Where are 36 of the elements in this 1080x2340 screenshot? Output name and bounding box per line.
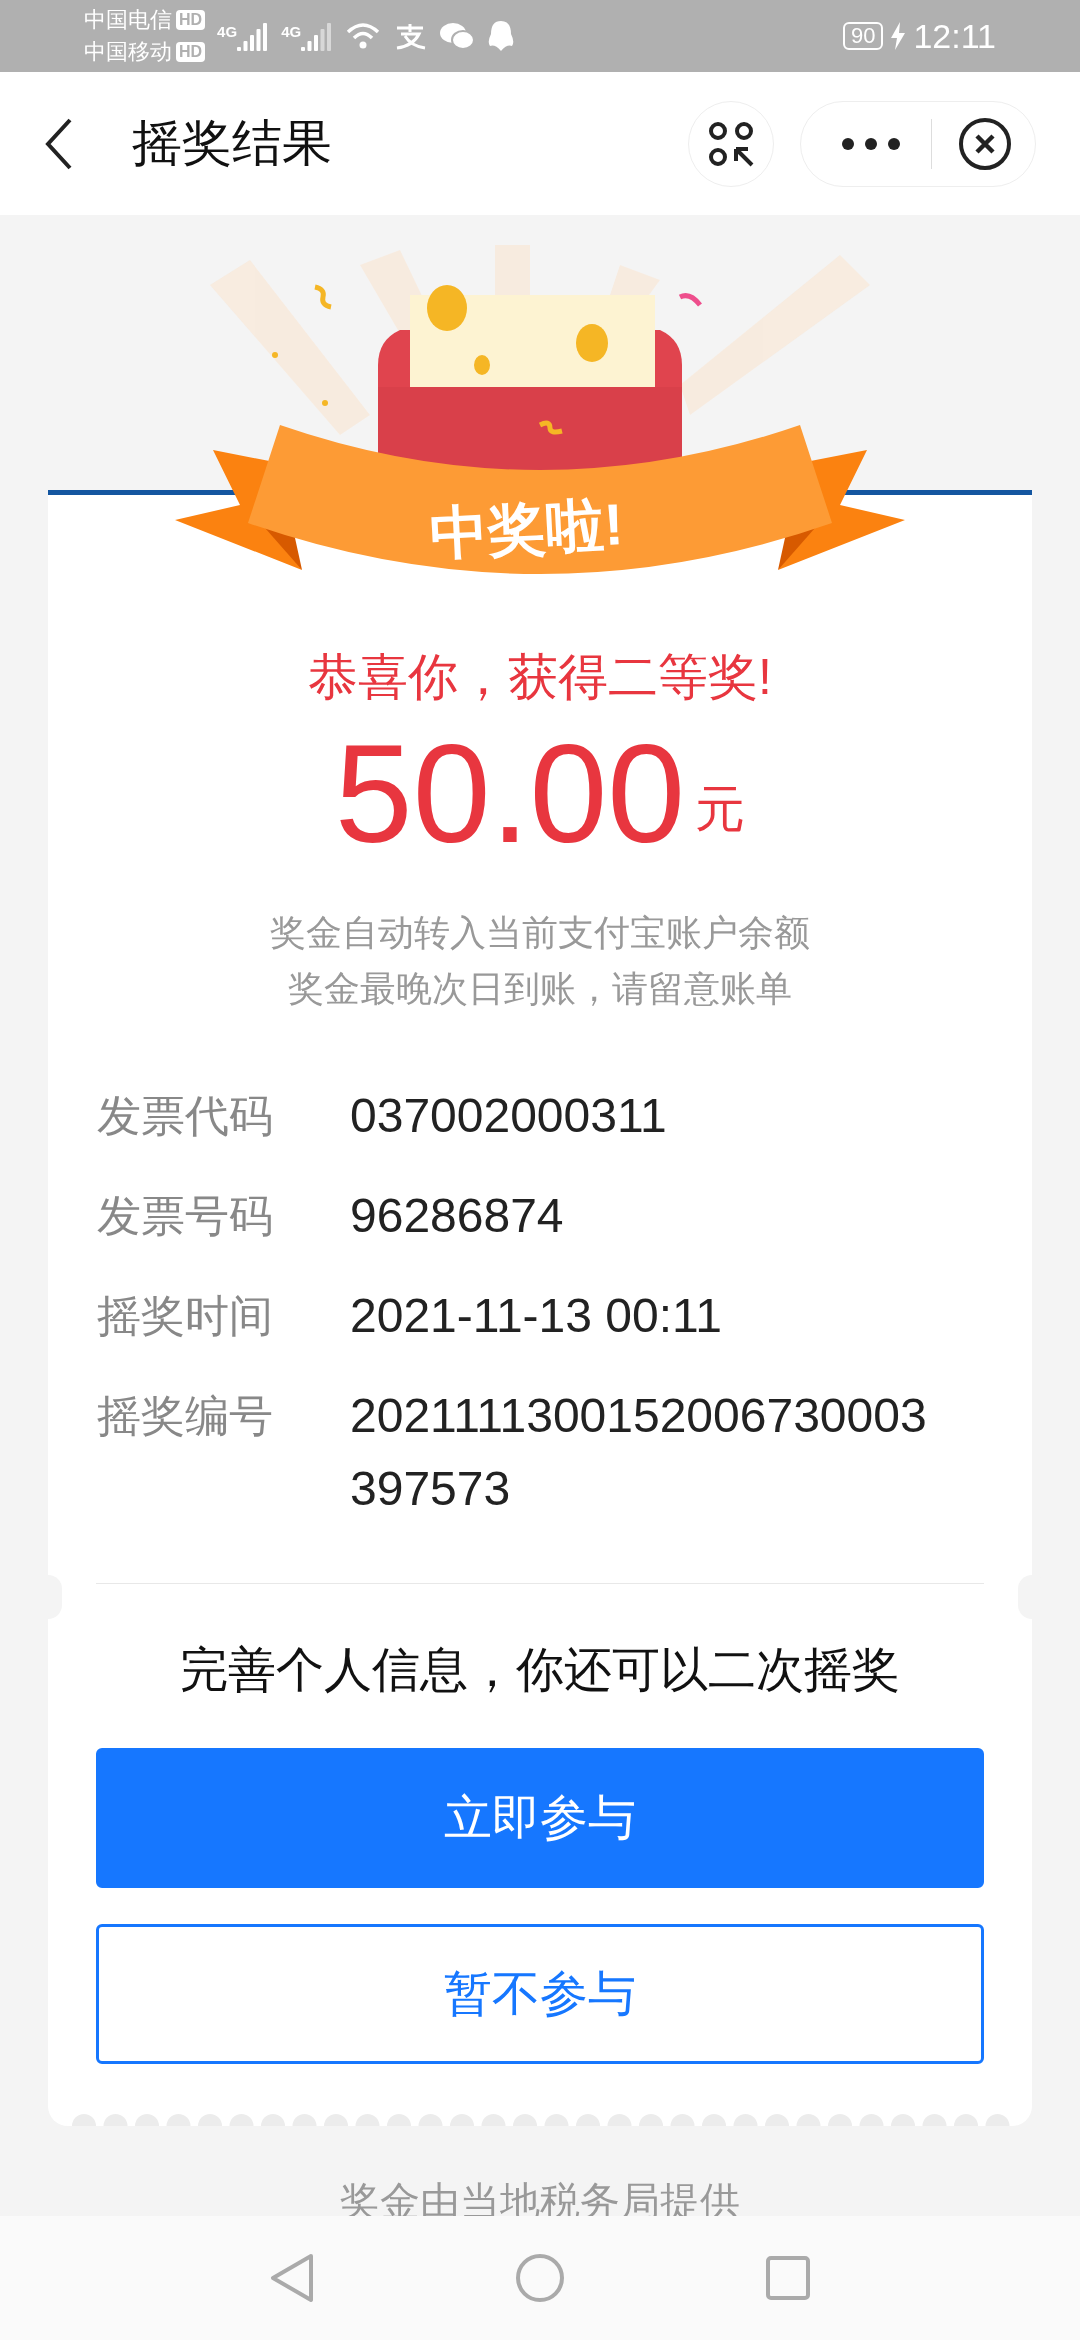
detail-label: 摇奖编号	[97, 1390, 274, 1442]
network-label: 4G	[281, 22, 302, 42]
hd-badge: HD	[176, 42, 206, 62]
join-button[interactable]: 立即参与	[96, 1748, 984, 1888]
second-draw-prompt: 完善个人信息，你还可以二次摇奖	[180, 1642, 900, 1698]
clock: 12:11	[913, 15, 996, 57]
detail-label: 发票号码	[97, 1190, 274, 1242]
currency-unit: 元	[695, 780, 746, 839]
signal-icon	[301, 21, 334, 51]
detail-value: 2021111300152006730003397573	[350, 1388, 928, 1517]
hd-badge: HD	[176, 10, 206, 30]
detail-label: 发票代码	[97, 1090, 274, 1142]
prize-amount: 50.00	[334, 719, 686, 869]
detail-label: 摇奖时间	[97, 1290, 274, 1342]
decline-button[interactable]: 暂不参与	[96, 1924, 984, 2064]
wifi-icon	[345, 21, 382, 51]
prize-note: 奖金最晚次日到账，请留意账单	[288, 967, 792, 1011]
penguin-icon	[487, 20, 516, 52]
detail-value: 037002000311	[350, 1088, 668, 1144]
battery-level: 90	[842, 22, 884, 50]
network-label: 4G	[217, 22, 238, 42]
back-icon[interactable]	[44, 116, 74, 171]
carrier-name: 中国电信	[84, 6, 172, 34]
chat-icon	[439, 21, 476, 51]
detail-value: 2021-11-13 00:11	[350, 1288, 723, 1344]
scan-icon	[708, 120, 754, 167]
ribbon-text: 中奖啦!	[427, 490, 626, 568]
congrats-headline: 恭喜你，获得二等奖!	[308, 648, 772, 707]
carrier-name: 中国移动	[84, 38, 172, 66]
close-icon[interactable]	[958, 116, 1012, 171]
charging-icon	[891, 22, 906, 50]
page-title: 摇奖结果	[132, 114, 332, 173]
prize-note: 奖金自动转入当前支付宝账户余额	[270, 911, 810, 955]
signal-icon	[237, 21, 270, 51]
detail-value: 96286874	[350, 1188, 565, 1244]
more-icon[interactable]	[841, 136, 901, 151]
